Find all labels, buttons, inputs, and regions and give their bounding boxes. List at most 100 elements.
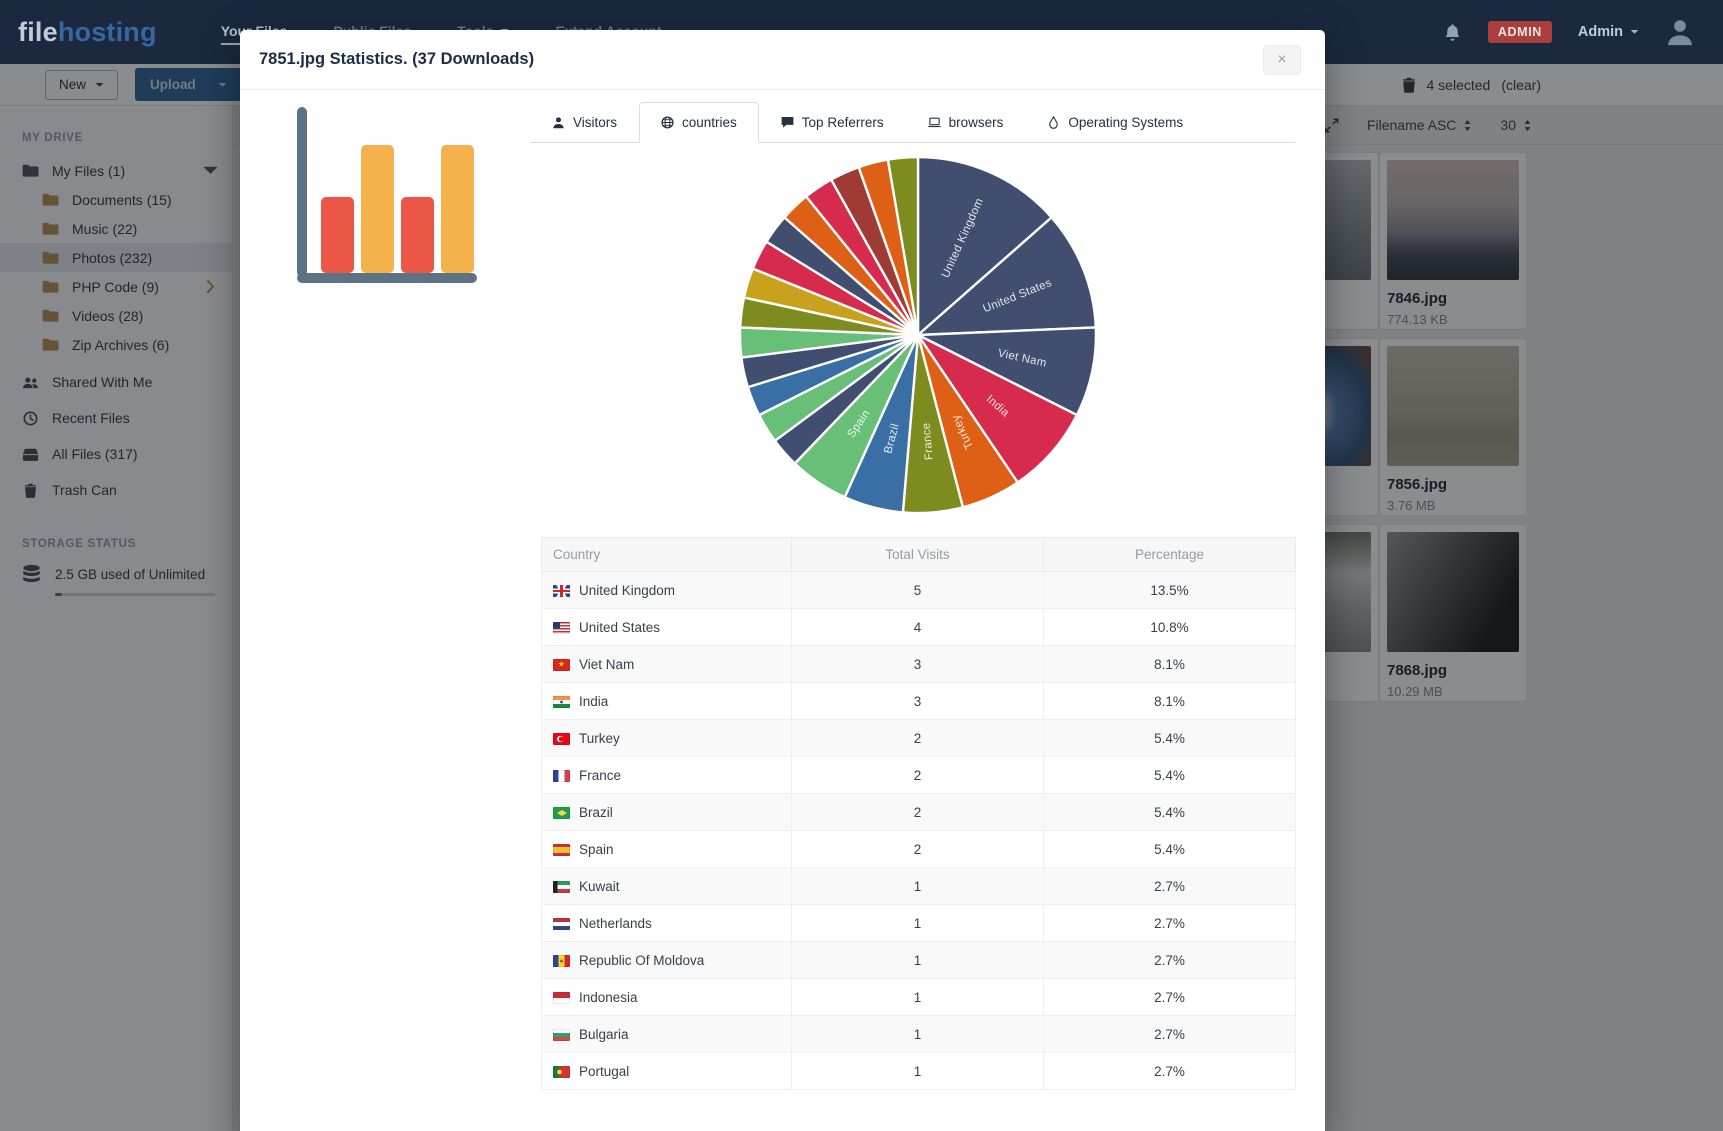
flag-id-icon	[553, 992, 570, 1004]
flag-gb-icon	[553, 585, 570, 597]
visits-cell: 1	[792, 1053, 1044, 1090]
country-cell: Republic Of Moldova	[542, 942, 792, 979]
country-name: France	[579, 768, 621, 783]
table-row: Bulgaria12.7%	[542, 1016, 1296, 1053]
admin-badge: ADMIN	[1488, 21, 1552, 43]
table-row: United Kingdom513.5%	[542, 572, 1296, 609]
tab-label: countries	[682, 115, 737, 130]
country-cell: Brazil	[542, 794, 792, 831]
avatar[interactable]	[1665, 17, 1695, 47]
laptop-icon	[928, 116, 941, 129]
table-row: United States410.8%	[542, 609, 1296, 646]
table-row: France25.4%	[542, 757, 1296, 794]
tab-label: Operating Systems	[1068, 115, 1183, 130]
countries-table: CountryTotal VisitsPercentage United Kin…	[541, 537, 1296, 1090]
chevron-down-icon	[1630, 29, 1639, 35]
user-icon	[552, 116, 565, 129]
country-name: United Kingdom	[579, 583, 675, 598]
close-button[interactable]: ×	[1263, 45, 1301, 75]
country-name: India	[579, 694, 608, 709]
comment-icon	[781, 116, 794, 129]
visits-cell: 3	[792, 683, 1044, 720]
percentage-cell: 2.7%	[1044, 868, 1296, 905]
droplet-icon	[1047, 116, 1060, 129]
country-name: Kuwait	[579, 879, 620, 894]
country-cell: United Kingdom	[542, 572, 792, 609]
country-cell: Turkey	[542, 720, 792, 757]
flag-tr-icon	[553, 733, 570, 745]
tab-visitors[interactable]: Visitors	[530, 102, 639, 143]
table-row: Brazil 25.4%	[542, 794, 1296, 831]
country-cell: Netherlands	[542, 905, 792, 942]
bar-chart-graphic	[297, 107, 477, 283]
visits-cell: 1	[792, 942, 1044, 979]
flag-fr-icon	[553, 770, 570, 782]
table-row: Indonesia 12.7%	[542, 979, 1296, 1016]
tab-browsers[interactable]: browsers	[906, 102, 1026, 143]
country-name: Viet Nam	[579, 657, 634, 672]
visits-cell: 1	[792, 1016, 1044, 1053]
table-row: Viet Nam38.1%	[542, 646, 1296, 683]
percentage-cell: 2.7%	[1044, 979, 1296, 1016]
flag-pt-icon	[553, 1066, 570, 1078]
flag-vn-icon	[553, 659, 570, 671]
country-cell: Bulgaria	[542, 1016, 792, 1053]
stats-modal: 7851.jpg Statistics. (37 Downloads) × Vi…	[240, 30, 1325, 1131]
graphic-bar	[361, 145, 394, 273]
table-row: Spain25.4%	[542, 831, 1296, 868]
graphic-x-axis	[297, 273, 477, 283]
country-cell: France	[542, 757, 792, 794]
country-name: Republic Of Moldova	[579, 953, 704, 968]
stats-tabs: Visitors countries Top Referrersbrowsers Op…	[530, 102, 1295, 143]
column-header-country: Country	[542, 538, 792, 572]
visits-cell: 2	[792, 794, 1044, 831]
visits-cell: 2	[792, 831, 1044, 868]
percentage-cell: 5.4%	[1044, 794, 1296, 831]
table-row: Netherlands 12.7%	[542, 905, 1296, 942]
country-name: United States	[579, 620, 660, 635]
country-cell: Spain	[542, 831, 792, 868]
table-row: Kuwait 12.7%	[542, 868, 1296, 905]
country-cell: Viet Nam	[542, 646, 792, 683]
percentage-cell: 2.7%	[1044, 905, 1296, 942]
table-row: Turkey25.4%	[542, 720, 1296, 757]
column-header-total-visits: Total Visits	[792, 538, 1044, 572]
user-menu[interactable]: Admin	[1578, 24, 1639, 40]
country-cell: Portugal	[542, 1053, 792, 1090]
country-name: Portugal	[579, 1064, 629, 1079]
graphic-bar	[321, 197, 354, 273]
flag-nl-icon	[553, 918, 570, 930]
user-menu-label: Admin	[1578, 24, 1623, 40]
visits-cell: 5	[792, 572, 1044, 609]
percentage-cell: 8.1%	[1044, 646, 1296, 683]
country-name: Spain	[579, 842, 614, 857]
visits-cell: 1	[792, 868, 1044, 905]
visits-cell: 1	[792, 979, 1044, 1016]
country-name: Bulgaria	[579, 1027, 629, 1042]
graphic-bar	[441, 145, 474, 273]
tab-countries[interactable]: countries	[639, 102, 759, 143]
visits-cell: 2	[792, 720, 1044, 757]
table-row: India38.1%	[542, 683, 1296, 720]
table-row: Republic Of Moldova 12.7%	[542, 942, 1296, 979]
bell-icon[interactable]	[1443, 23, 1462, 42]
flag-kw-icon	[553, 881, 570, 893]
country-cell: Kuwait	[542, 868, 792, 905]
percentage-cell: 2.7%	[1044, 1053, 1296, 1090]
country-cell: United States	[542, 609, 792, 646]
logo-text-hosting: hosting	[58, 17, 157, 47]
logo-text-file: file	[18, 17, 58, 47]
tab-top-referrers[interactable]: Top Referrers	[759, 102, 906, 143]
country-name: Brazil	[579, 805, 613, 820]
percentage-cell: 2.7%	[1044, 942, 1296, 979]
flag-us-icon	[553, 622, 570, 634]
flag-in-icon	[553, 696, 570, 708]
app-logo: filehosting	[18, 17, 157, 48]
country-name: Indonesia	[579, 990, 638, 1005]
visits-cell: 1	[792, 905, 1044, 942]
column-header-percentage: Percentage	[1044, 538, 1296, 572]
visits-cell: 4	[792, 609, 1044, 646]
country-name: Netherlands	[579, 916, 652, 931]
tab-operating-systems[interactable]: Operating Systems	[1025, 102, 1205, 143]
header-right: ADMIN Admin	[1443, 17, 1695, 47]
